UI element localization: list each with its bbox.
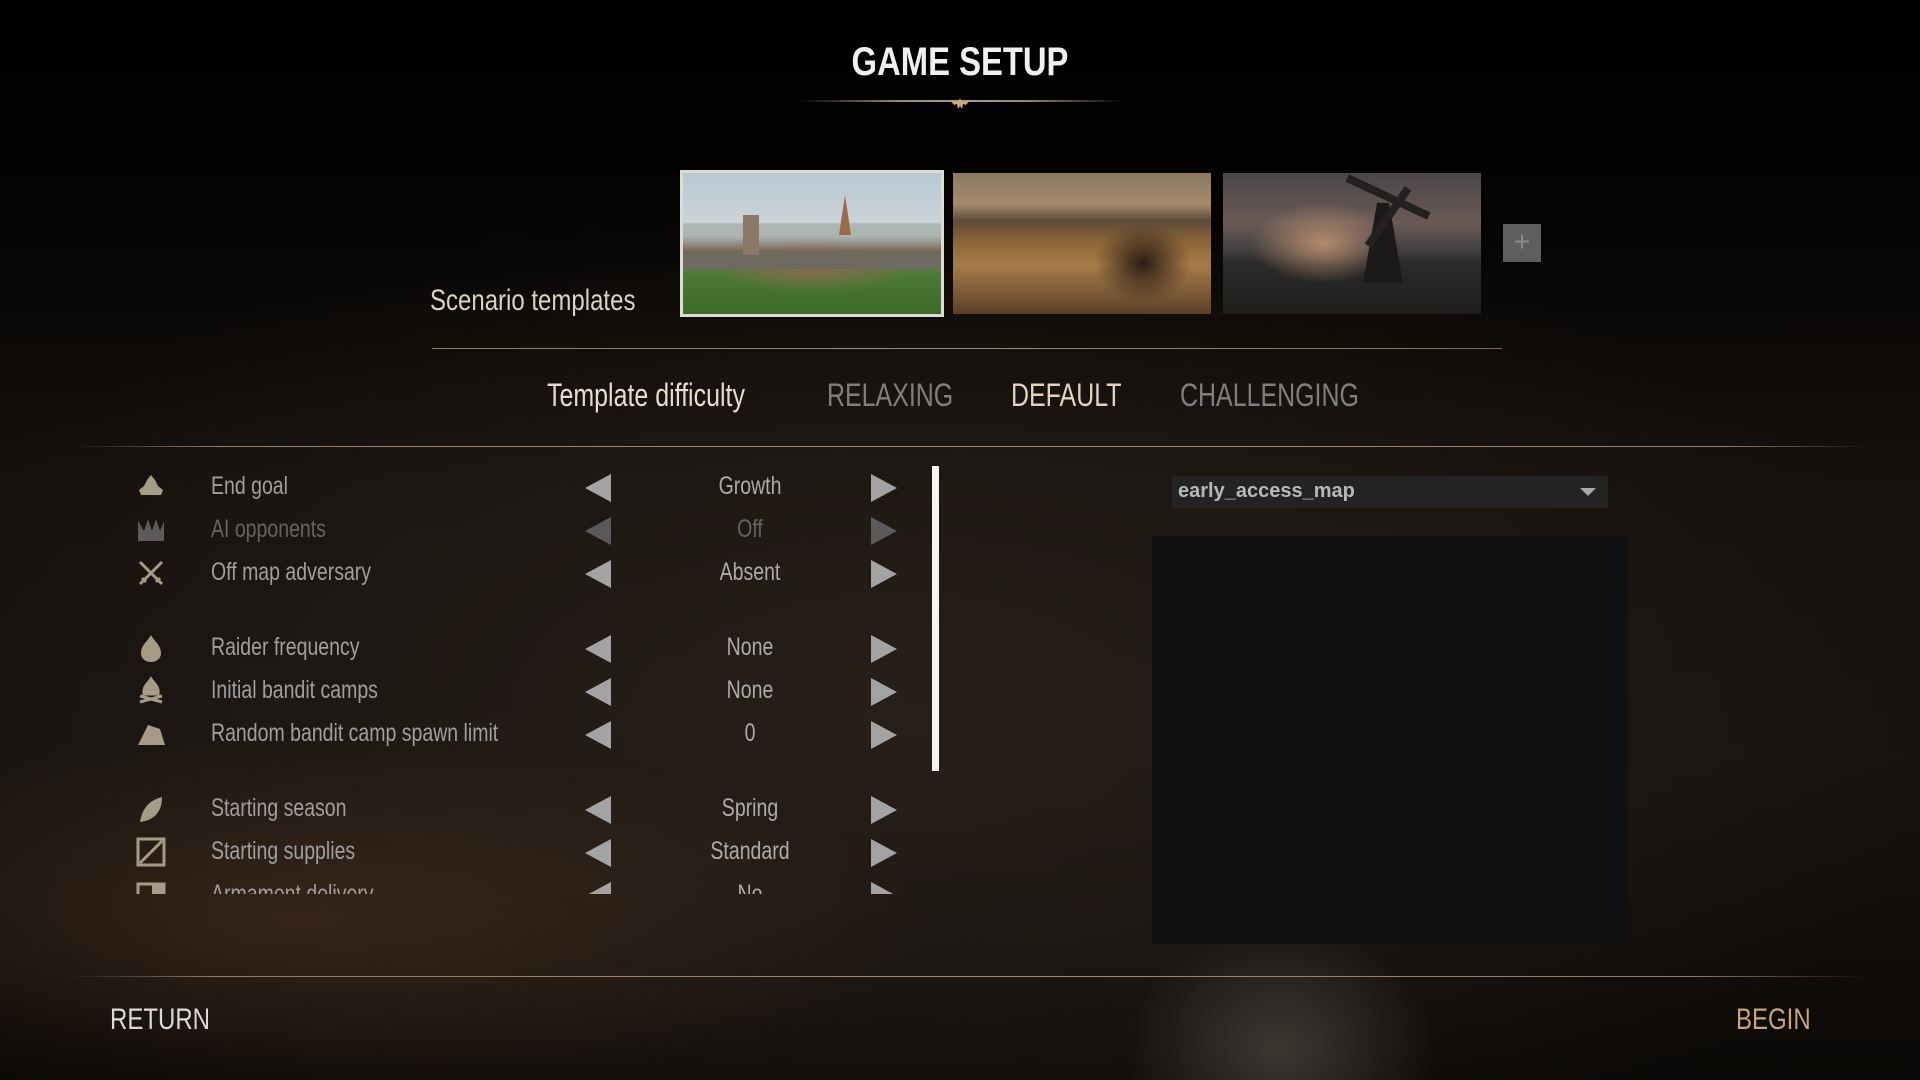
footer-divider — [70, 976, 1870, 977]
setting-value: Growth — [718, 472, 782, 500]
setting-label: Off map adversary — [211, 558, 372, 586]
crown-icon — [136, 515, 166, 545]
setting-row-raider-frequency: Raider frequency None — [120, 627, 920, 667]
setting-row-initial-bandit-camps: Initial bandit camps None — [120, 670, 920, 710]
thumb-tower — [743, 215, 759, 255]
map-preview — [1152, 536, 1628, 944]
previous-option-button[interactable] — [585, 882, 611, 894]
leaf-icon — [136, 794, 166, 824]
next-option-button[interactable] — [871, 721, 897, 749]
setting-value: 0 — [744, 719, 756, 747]
next-option-button[interactable] — [871, 560, 897, 588]
setting-label: Starting supplies — [211, 837, 356, 865]
setting-label: Initial bandit camps — [211, 676, 378, 704]
scenario-template-wheat-field[interactable] — [953, 173, 1211, 314]
previous-option-button[interactable] — [585, 678, 611, 706]
setting-label: Starting season — [211, 794, 347, 822]
setting-row-armament-delivery: Armament delivery No — [120, 874, 920, 894]
setting-label: Raider frequency — [211, 633, 360, 661]
setting-label: End goal — [211, 472, 288, 500]
template-difficulty-label: Template difficulty — [547, 377, 745, 413]
previous-option-button[interactable] — [585, 474, 611, 502]
tent-icon — [136, 719, 166, 749]
crossed-swords-icon — [136, 558, 166, 588]
crest-emblem-icon — [948, 97, 972, 111]
setting-value: None — [726, 633, 774, 661]
next-option-button[interactable] — [871, 517, 897, 545]
difficulty-option-relaxing[interactable]: RELAXING — [827, 377, 953, 414]
scenario-template-walled-town[interactable] — [680, 170, 944, 317]
thumb-spire — [839, 195, 851, 235]
previous-option-button[interactable] — [585, 517, 611, 545]
difficulty-option-challenging[interactable]: CHALLENGING — [1180, 377, 1359, 414]
previous-option-button[interactable] — [585, 721, 611, 749]
setting-row-ai-opponents: AI opponents Off — [120, 509, 920, 549]
return-button[interactable]: RETURN — [110, 1003, 210, 1037]
page-title: GAME SETUP — [851, 40, 1069, 84]
setting-label: AI opponents — [211, 515, 326, 543]
settings-top-divider — [70, 446, 1870, 447]
next-option-button[interactable] — [871, 839, 897, 867]
setting-row-off-map-adversary: Off map adversary Absent — [120, 552, 920, 592]
scenario-templates-label: Scenario templates — [430, 284, 636, 317]
setting-value: Spring — [721, 794, 779, 822]
scenario-divider — [432, 348, 1502, 349]
thumb-wall — [683, 251, 941, 269]
next-option-button[interactable] — [871, 882, 897, 894]
chevron-down-icon — [1580, 488, 1596, 496]
settings-list: End goal Growth AI opponents Off Off map… — [120, 462, 920, 894]
next-option-button[interactable] — [871, 678, 897, 706]
setting-row-random-bandit-camp-spawn-limit: Random bandit camp spawn limit 0 — [120, 713, 920, 753]
crown-bag-icon — [136, 472, 166, 502]
setting-value: Absent — [719, 558, 781, 586]
previous-option-button[interactable] — [585, 839, 611, 867]
begin-button[interactable]: BEGIN — [1736, 1003, 1811, 1037]
setting-row-starting-season: Starting season Spring — [120, 788, 920, 828]
scenario-template-windmill-ruin[interactable] — [1223, 173, 1481, 314]
previous-option-button[interactable] — [585, 796, 611, 824]
crate-icon — [136, 837, 166, 867]
previous-option-button[interactable] — [585, 560, 611, 588]
next-option-button[interactable] — [871, 635, 897, 663]
banner-icon — [136, 880, 166, 894]
next-option-button[interactable] — [871, 796, 897, 824]
difficulty-option-default[interactable]: DEFAULT — [1011, 377, 1121, 414]
setting-row-end-goal: End goal Growth — [120, 466, 920, 506]
campfire-icon — [136, 676, 166, 706]
map-select-dropdown[interactable]: early_access_map — [1172, 476, 1608, 508]
setting-value: None — [726, 676, 774, 704]
next-option-button[interactable] — [871, 474, 897, 502]
settings-scrollbar[interactable] — [932, 466, 939, 771]
add-template-button[interactable]: + — [1503, 224, 1541, 262]
setting-value: Off — [737, 515, 763, 543]
setting-label: Random bandit camp spawn limit — [211, 719, 499, 747]
previous-option-button[interactable] — [585, 635, 611, 663]
map-select-value: early_access_map — [1178, 480, 1355, 502]
setting-value: Standard — [710, 837, 790, 865]
setting-label: Armament delivery — [211, 880, 374, 894]
flame-icon — [136, 633, 166, 663]
setting-row-starting-supplies: Starting supplies Standard — [120, 831, 920, 871]
setting-value: No — [737, 880, 763, 894]
